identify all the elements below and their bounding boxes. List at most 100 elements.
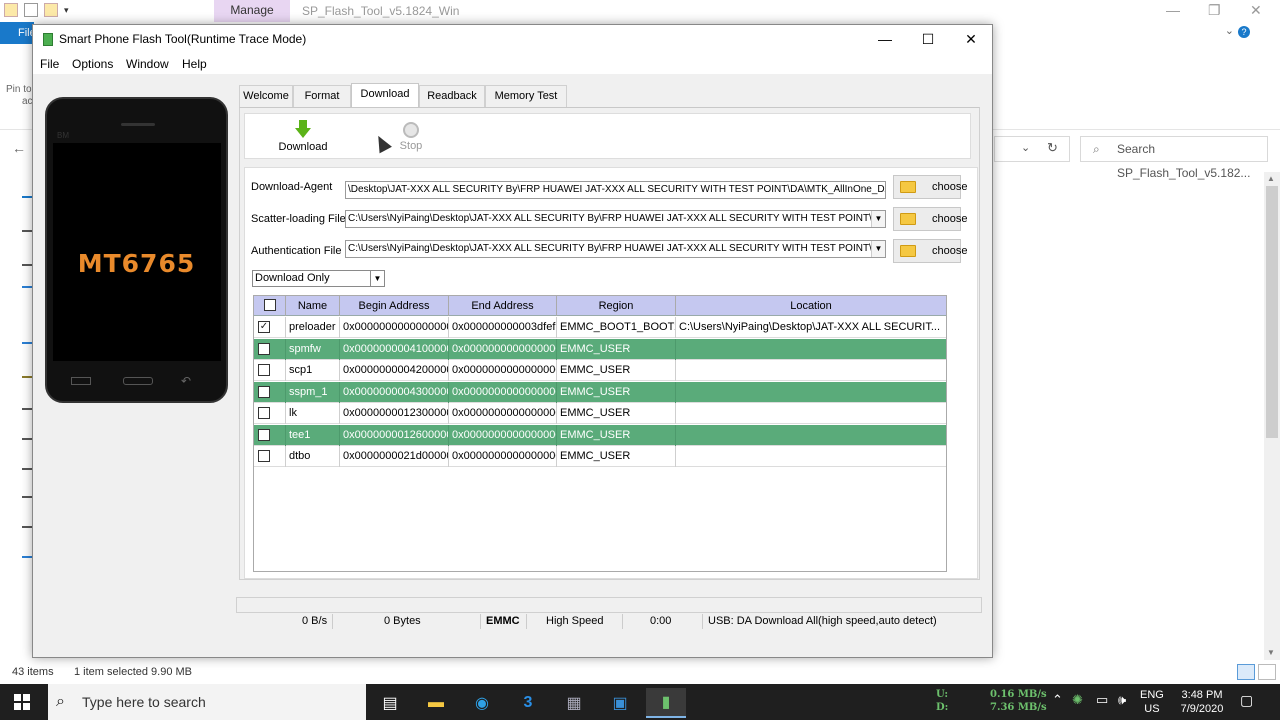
details-view-icon[interactable] [1237, 664, 1255, 680]
nav-item-this-pc[interactable] [22, 342, 32, 344]
network-icon[interactable]: ▭ [1096, 692, 1108, 708]
search-icon: ⌕ [1093, 142, 1100, 156]
language-indicator[interactable]: ENG US [1140, 688, 1164, 716]
choose-auth-button[interactable]: choose [893, 239, 967, 263]
select-all-cell[interactable] [254, 296, 286, 316]
app-3-icon[interactable]: 3 [508, 688, 548, 718]
row-checkbox[interactable] [258, 450, 270, 462]
taskbar-search-input[interactable]: ⌕ Type here to search [48, 684, 366, 720]
minimize-icon[interactable]: — [1166, 2, 1180, 18]
table-row[interactable]: ✓ preloader 0x0000000000000000 0x0000000000… [254, 317, 946, 338]
nav-item-8[interactable] [22, 526, 32, 528]
scrollbar-thumb[interactable] [1266, 186, 1278, 438]
explorer-search-input[interactable]: ⌕ Search SP_Flash_Tool_v5.182... [1080, 136, 1268, 180]
row-checkbox[interactable]: ✓ [258, 321, 270, 333]
row-checkbox[interactable] [258, 385, 270, 398]
auth-file-field[interactable]: C:\Users\NyiPaing\Desktop\JAT-XXX ALL SE… [345, 240, 886, 258]
notification-icon[interactable]: ▢ [1240, 692, 1253, 709]
nav-item-5[interactable] [22, 438, 32, 440]
nav-item-onedrive[interactable] [22, 286, 32, 288]
properties-icon[interactable] [24, 3, 38, 17]
file-tab[interactable]: File [0, 22, 36, 44]
cell-name: sspm_1 [286, 381, 340, 403]
select-all-checkbox[interactable] [264, 299, 276, 311]
tab-download[interactable]: Download [351, 83, 419, 107]
new-folder-icon[interactable] [44, 3, 58, 17]
nav-item-4[interactable] [22, 408, 32, 410]
tab-welcome[interactable]: Welcome [239, 85, 293, 107]
close-icon[interactable]: ✕ [1250, 2, 1262, 19]
manage-tab[interactable]: Manage [214, 0, 290, 22]
table-row[interactable]: scp1 0x0000000004200000 0x0000000000000000… [254, 360, 946, 381]
window-titlebar[interactable]: Smart Phone Flash Tool(Runtime Trace Mod… [33, 25, 992, 54]
row-checkbox[interactable] [258, 342, 270, 355]
help-icon[interactable]: ? [1238, 26, 1250, 38]
nav-item-3[interactable] [22, 376, 32, 378]
nav-item-1[interactable] [22, 230, 32, 232]
table-row[interactable]: dtbo 0x0000000021d00000 0x0000000000000000… [254, 446, 946, 467]
nav-item-7[interactable] [22, 496, 32, 498]
menu-file[interactable]: File [40, 57, 59, 71]
header-begin-address[interactable]: Begin Address [340, 296, 449, 316]
clock[interactable]: 3:48 PM 7/9/2020 [1172, 688, 1232, 716]
download-agent-label: Download-Agent [251, 181, 333, 193]
header-region[interactable]: Region [557, 296, 676, 316]
address-dropdown-icon[interactable]: ⌄ [1021, 141, 1030, 154]
app-paint-icon[interactable]: ▣ [600, 688, 640, 718]
tray-chevron-icon[interactable]: ⌃ [1052, 692, 1063, 708]
task-view-icon[interactable]: ▤ [370, 688, 410, 718]
tray-app-icon[interactable]: ✺ [1072, 692, 1083, 708]
app-network-icon[interactable]: ▦ [554, 688, 594, 718]
menu-window[interactable]: Window [126, 57, 169, 71]
row-checkbox[interactable] [258, 407, 270, 419]
header-name[interactable]: Name [286, 296, 340, 316]
table-row[interactable]: tee1 0x0000000012600000 0x0000000000000000… [254, 424, 946, 446]
scroll-down-icon[interactable]: ▼ [1267, 648, 1275, 657]
header-location[interactable]: Location [676, 296, 946, 316]
row-checkbox[interactable] [258, 364, 270, 376]
scatter-file-field[interactable]: C:\Users\NyiPaing\Desktop\JAT-XXX ALL SE… [345, 210, 886, 228]
scatter-dropdown-icon[interactable]: ▼ [871, 211, 885, 227]
tab-format[interactable]: Format [293, 85, 351, 107]
edge-browser-icon[interactable]: ◉ [462, 688, 502, 718]
nav-item-2[interactable] [22, 264, 32, 266]
ribbon-expand-icon[interactable]: ⌄ [1225, 24, 1234, 37]
file-explorer-icon[interactable]: ▬ [416, 688, 456, 718]
menu-help[interactable]: Help [182, 57, 207, 71]
flash-tool-taskbar-icon[interactable]: ▮ [646, 688, 686, 718]
tab-memory-test[interactable]: Memory Test [485, 85, 567, 107]
tab-readback[interactable]: Readback [419, 85, 485, 107]
minimize-button[interactable]: — [863, 25, 907, 54]
download-agent-field[interactable]: \Desktop\JAT-XXX ALL SECURITY By\FRP HUA… [345, 181, 886, 199]
download-mode-select[interactable]: Download Only ▼ [252, 270, 385, 287]
large-icons-view-icon[interactable] [1258, 664, 1276, 680]
choose-scatter-button[interactable]: choose [893, 207, 967, 231]
table-row[interactable]: lk 0x0000000012300000 0x0000000000000000 EM… [254, 403, 946, 424]
table-row[interactable]: sspm_1 0x0000000004300000 0x00000000000000… [254, 381, 946, 403]
volume-icon[interactable]: 🕪 [1118, 692, 1126, 708]
windows-start-icon[interactable] [14, 694, 30, 710]
row-checkbox[interactable] [258, 428, 270, 441]
folder-icon[interactable] [4, 3, 18, 17]
maximize-button[interactable]: ☐ [906, 25, 950, 54]
choose-download-agent-button[interactable]: choose [893, 175, 967, 199]
table-row[interactable]: spmfw 0x0000000004100000 0x000000000000000… [254, 338, 946, 360]
download-button[interactable]: Download [273, 120, 333, 153]
close-button[interactable]: ✕ [949, 25, 993, 54]
auth-dropdown-icon[interactable]: ▼ [871, 241, 885, 257]
nav-item-6[interactable] [22, 468, 32, 470]
refresh-icon[interactable]: ↻ [1047, 140, 1058, 156]
nav-item-quick-access[interactable] [22, 196, 32, 198]
address-bar[interactable]: ⌄ ↻ [994, 136, 1070, 162]
nav-item-network[interactable] [22, 556, 32, 558]
menu-options[interactable]: Options [72, 57, 113, 71]
customize-qat-icon[interactable]: ▾ [64, 5, 69, 16]
explorer-scrollbar[interactable]: ▲ ▼ [1264, 172, 1280, 660]
cell-location [676, 360, 946, 381]
scroll-up-icon[interactable]: ▲ [1267, 174, 1275, 183]
chevron-down-icon: ▼ [370, 271, 384, 286]
header-end-address[interactable]: End Address [449, 296, 557, 316]
back-arrow-icon[interactable]: ← [12, 140, 26, 156]
navigation-pane[interactable] [0, 170, 32, 660]
restore-icon[interactable]: ❐ [1208, 2, 1221, 19]
